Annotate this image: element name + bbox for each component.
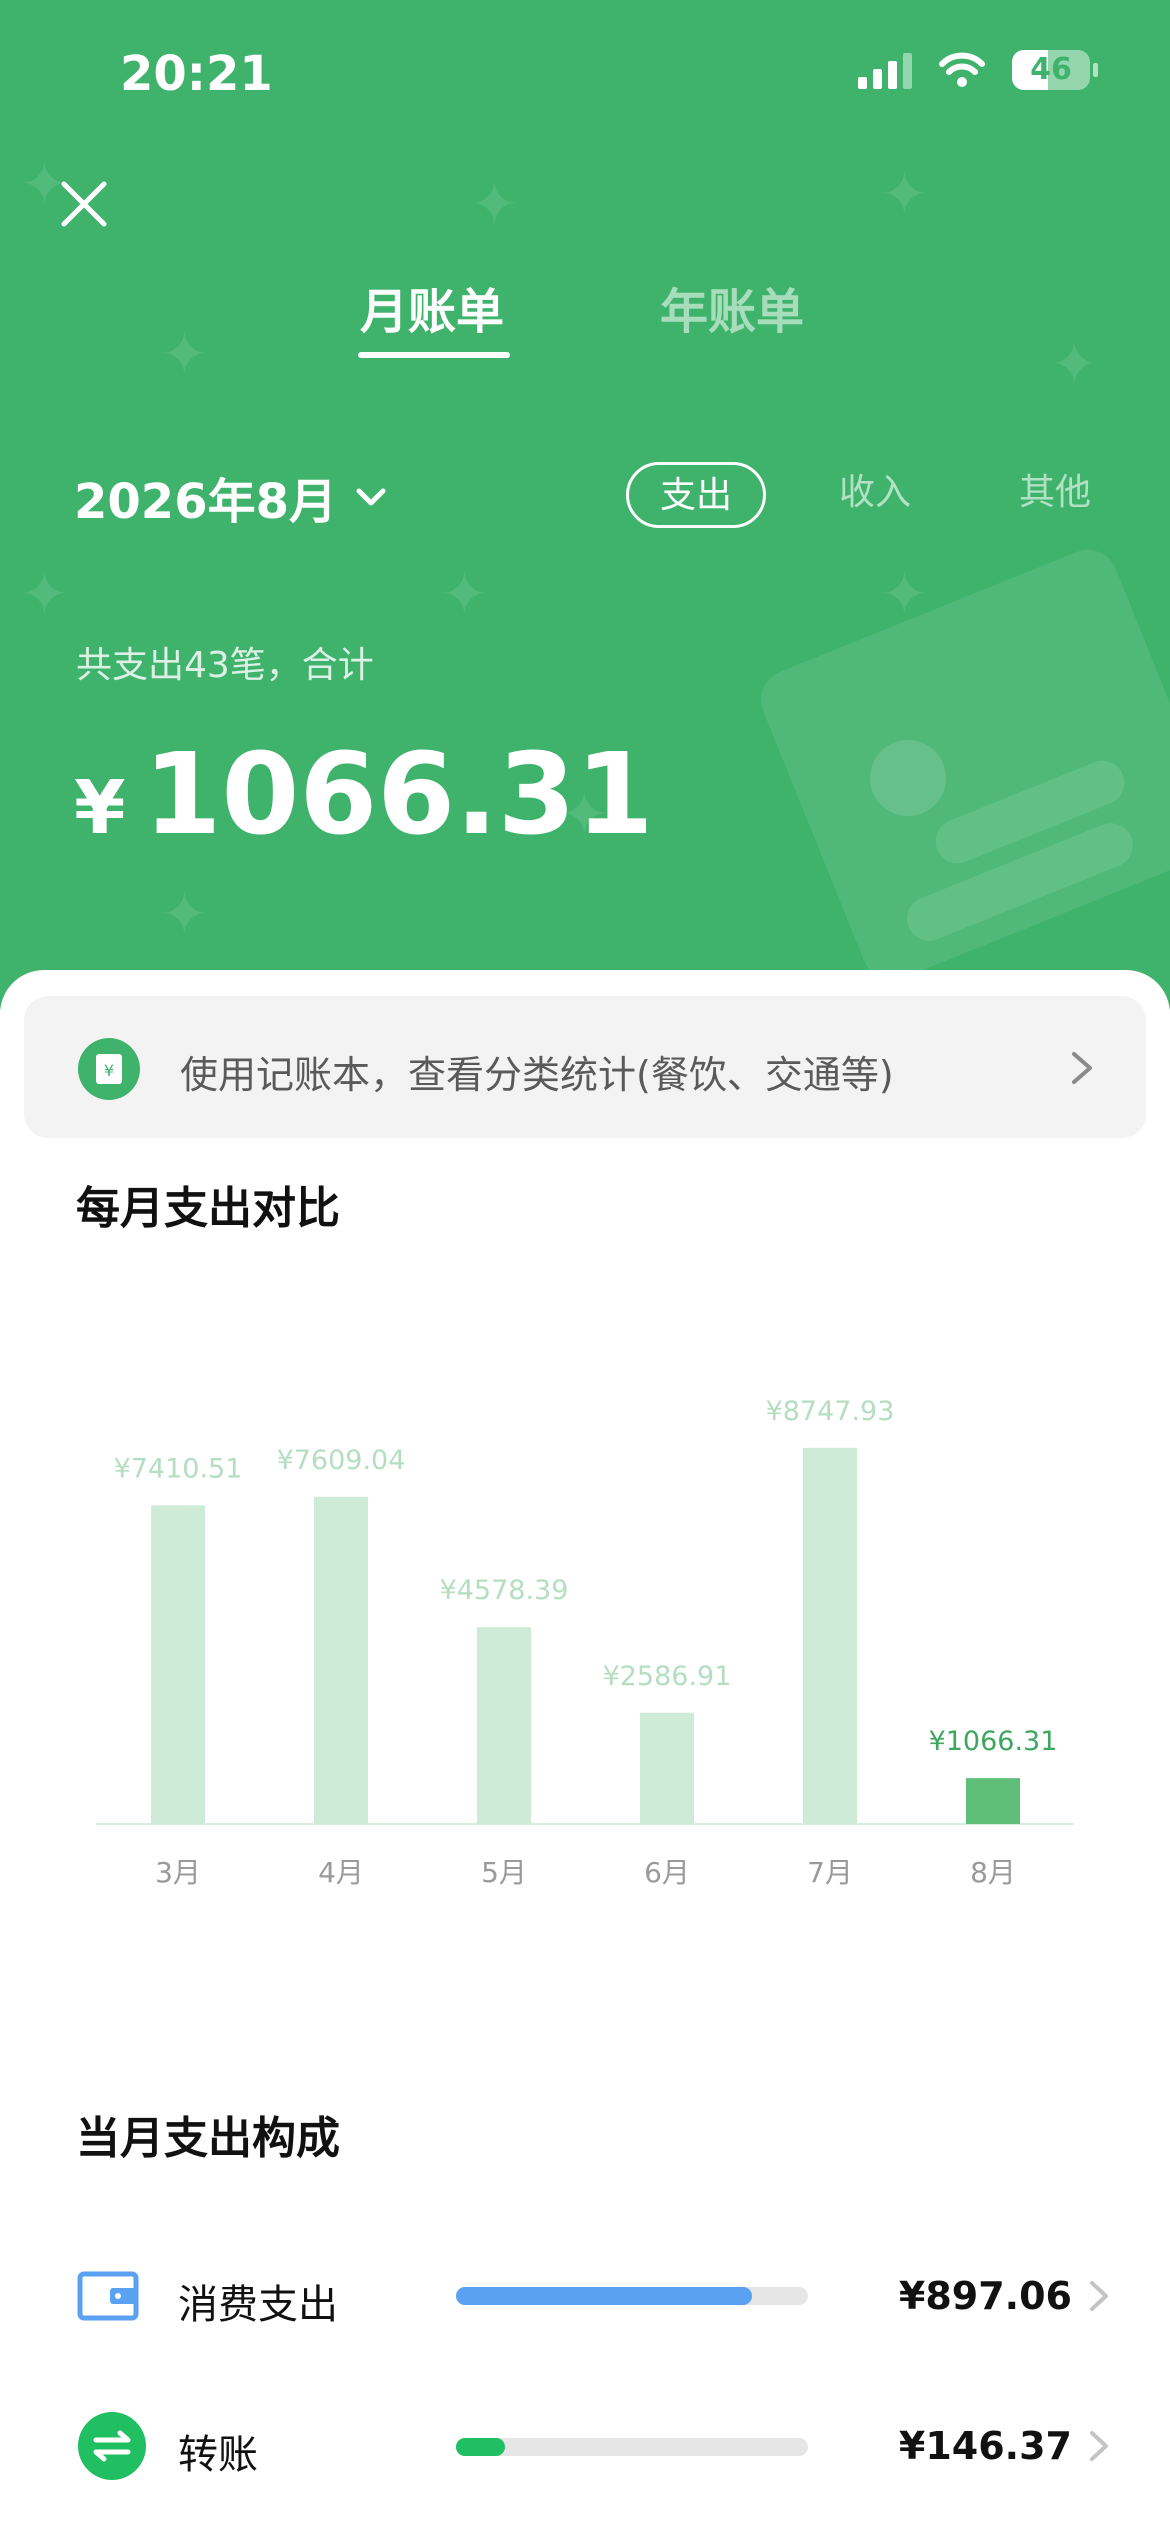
battery-icon: 46 [1012, 50, 1098, 90]
month-picker-label: 2026年8月 [74, 474, 337, 530]
close-icon[interactable] [52, 172, 116, 236]
filter-other-button[interactable]: 其他 [1010, 462, 1100, 528]
wifi-icon [939, 52, 985, 87]
ledger-banner-text: 使用记账本，查看分类统计(餐饮、交通等) [180, 1053, 894, 1097]
breakdown-label-transfer: 转账 [178, 2432, 258, 2478]
pattern-star: ✦ [470, 170, 519, 238]
breakdown-amount-transfer: ¥146.37 [898, 2424, 1072, 2468]
chart-bar[interactable] [966, 1778, 1020, 1824]
chart-tick-label: 4月 [318, 1856, 364, 1889]
chart-tick-label: 7月 [807, 1856, 853, 1889]
pattern-star: ✦ [440, 560, 489, 628]
chart-bar[interactable] [477, 1627, 531, 1824]
transfer-icon [78, 2412, 146, 2480]
chevron-right-icon [1072, 1052, 1092, 1084]
monthly-comparison-title: 每月支出对比 [76, 1183, 340, 1234]
chevron-right-icon[interactable] [1084, 2428, 1112, 2464]
chart-data-label: ¥7410.51 [114, 1453, 243, 1484]
tab-underline [358, 352, 510, 358]
monthly-comparison-chart: ¥7410.51 3月 ¥7609.04 4月 ¥4578.39 5月 ¥2586.91 6月… [96, 1396, 1074, 1889]
summary-text: 共支出43笔，合计 [76, 645, 374, 686]
breakdown-bar-fill [456, 2287, 752, 2305]
ledger-icon: ¥ [78, 1038, 140, 1100]
chevron-down-icon [356, 488, 386, 506]
decorative-dot [870, 740, 946, 816]
tab-yearly[interactable]: 年账单 [660, 272, 804, 342]
chart-tick-label: 5月 [481, 1856, 527, 1889]
svg-text:¥: ¥ [104, 1061, 114, 1080]
filter-income-button[interactable]: 收入 [830, 462, 920, 528]
breakdown-bar-fill [456, 2438, 506, 2456]
chart-tick-label: 3月 [155, 1856, 201, 1889]
pattern-star: ✦ [880, 160, 929, 228]
currency-symbol: ¥ [74, 765, 126, 851]
header: ✦ ✦ ✦ ✦ ✦ ✦ ✦ ✦ ✦ ✦ 20:21 46 月账单 年账单 202… [0, 0, 1170, 1010]
signal-icon [858, 51, 912, 89]
chart-tick-label: 8月 [970, 1856, 1016, 1889]
month-picker[interactable]: 2026年8月 [74, 462, 389, 532]
breakdown-title: 当月支出构成 [76, 2113, 340, 2164]
chart-bar[interactable] [151, 1505, 205, 1824]
chart-data-label: ¥2586.91 [603, 1661, 732, 1692]
total-amount: ¥ 1066.31 [74, 730, 654, 860]
chart-bar[interactable] [314, 1496, 368, 1824]
chevron-right-icon[interactable] [1084, 2278, 1112, 2314]
status-time: 20:21 [120, 46, 273, 102]
filter-expense-button[interactable]: 支出 [626, 462, 766, 528]
battery-level: 46 [1030, 52, 1072, 87]
total-amount-value: 1066.31 [143, 730, 654, 860]
status-icons: 46 [858, 50, 1098, 90]
wallet-icon [77, 2271, 139, 2321]
chart-data-label: ¥4578.39 [440, 1575, 569, 1606]
pattern-star: ✦ [160, 880, 209, 948]
chart-data-label: ¥1066.31 [929, 1726, 1058, 1757]
tab-monthly[interactable]: 月账单 [360, 272, 504, 342]
pattern-star: ✦ [160, 320, 209, 388]
breakdown-label-consumption: 消费支出 [178, 2282, 338, 2328]
chart-bar[interactable] [803, 1447, 857, 1824]
pattern-star: ✦ [20, 560, 69, 628]
pattern-star: ✦ [1050, 330, 1099, 398]
breakdown-amount-consumption: ¥897.06 [898, 2274, 1072, 2318]
chart-data-label: ¥8747.93 [766, 1396, 895, 1427]
breakdown-bar-transfer [456, 2438, 808, 2456]
chart-bar[interactable] [640, 1712, 694, 1824]
ledger-banner[interactable]: ¥ 使用记账本，查看分类统计(餐饮、交通等) [24, 996, 1146, 1138]
chart-data-label: ¥7609.04 [277, 1445, 406, 1476]
breakdown-bar-consumption [456, 2287, 808, 2305]
chart-tick-label: 6月 [644, 1856, 690, 1889]
